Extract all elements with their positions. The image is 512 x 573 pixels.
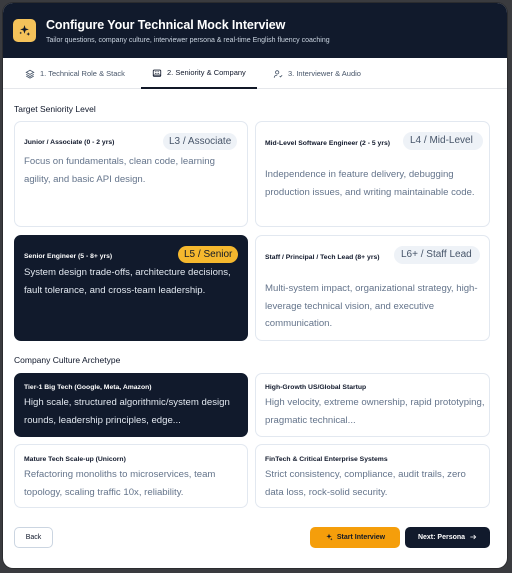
option-description: Independence in feature delivery, debugg… xyxy=(265,169,475,198)
level-badge: L4 / Mid-Level xyxy=(403,132,483,150)
option-description: High scale, structured algorithmic/syste… xyxy=(24,397,230,426)
tab-seniority-company[interactable]: 2. Seniority & Company xyxy=(141,58,257,89)
sparkles-icon xyxy=(13,19,36,42)
modal-title: Configure Your Technical Mock Interview xyxy=(46,18,286,32)
modal-subtitle: Tailor questions, company culture, inter… xyxy=(46,37,330,44)
configure-interview-modal: Configure Your Technical Mock Interview … xyxy=(3,3,507,568)
seniority-option-mid[interactable]: Mid-Level Software Engineer (2 - 5 yrs) … xyxy=(255,121,490,227)
tab-label: 2. Seniority & Company xyxy=(167,68,246,77)
next-persona-label: Next: Persona xyxy=(417,534,466,541)
wizard-tabs: 1. Technical Role & Stack 2. Seniority &… xyxy=(3,58,507,89)
option-description: System design trade-offs, architecture d… xyxy=(24,267,231,296)
user-icon xyxy=(273,69,283,79)
start-interview-label: Start Interview xyxy=(336,534,386,541)
seniority-option-junior[interactable]: Junior / Associate (0 - 2 yrs) L3 / Asso… xyxy=(14,121,248,227)
arrow-right-icon xyxy=(469,533,477,543)
level-badge: L5 / Senior xyxy=(178,246,239,263)
option-description: Focus on fundamentals, clean code, learn… xyxy=(24,156,215,185)
option-description: Refactoring monoliths to microservices, … xyxy=(24,469,216,498)
culture-option-big-tech[interactable]: Tier-1 Big Tech (Google, Meta, Amazon) H… xyxy=(14,373,248,437)
back-button-label: Back xyxy=(25,534,42,541)
tab-technical-role[interactable]: 1. Technical Role & Stack xyxy=(25,58,125,89)
seniority-option-staff[interactable]: Staff / Principal / Tech Lead (8+ yrs) L… xyxy=(255,235,490,341)
culture-option-startup[interactable]: High-Growth US/Global Startup High veloc… xyxy=(255,373,490,437)
level-badge: L6+ / Staff Lead xyxy=(394,246,480,264)
culture-section-label: Company Culture Archetype xyxy=(14,355,121,365)
option-title: Mid-Level Software Engineer (2 - 5 yrs) xyxy=(265,140,391,147)
level-badge: L3 / Associate xyxy=(163,133,238,150)
next-persona-button[interactable]: Next: Persona xyxy=(405,527,490,548)
option-title: High-Growth US/Global Startup xyxy=(265,384,367,391)
tab-label: 3. Interviewer & Audio xyxy=(288,69,361,78)
tab-label: 1. Technical Role & Stack xyxy=(40,69,125,78)
culture-option-fintech[interactable]: FinTech & Critical Enterprise Systems St… xyxy=(255,444,490,508)
layers-icon xyxy=(25,69,35,79)
option-title: Mature Tech Scale-up (Unicorn) xyxy=(24,456,126,463)
building-icon xyxy=(152,68,162,78)
option-title: Junior / Associate (0 - 2 yrs) xyxy=(24,139,115,146)
start-interview-button[interactable]: Start Interview xyxy=(310,527,400,548)
back-button[interactable]: Back xyxy=(14,527,53,548)
option-title: Tier-1 Big Tech (Google, Meta, Amazon) xyxy=(24,384,152,391)
sparkles-icon xyxy=(325,533,333,543)
culture-option-scale-up[interactable]: Mature Tech Scale-up (Unicorn) Refactori… xyxy=(14,444,248,508)
seniority-option-senior[interactable]: Senior Engineer (5 - 8+ yrs) L5 / Senior… xyxy=(14,235,248,341)
option-title: Staff / Principal / Tech Lead (8+ yrs) xyxy=(265,254,380,261)
option-description: High velocity, extreme ownership, rapid … xyxy=(265,397,485,426)
seniority-section-label: Target Seniority Level xyxy=(14,104,96,114)
option-description: Strict consistency, compliance, audit tr… xyxy=(265,469,466,498)
option-title: FinTech & Critical Enterprise Systems xyxy=(265,456,388,463)
option-description: Multi-system impact, organizational stra… xyxy=(265,283,478,329)
tab-interviewer-audio[interactable]: 3. Interviewer & Audio xyxy=(273,58,361,89)
modal-header: Configure Your Technical Mock Interview … xyxy=(3,3,507,58)
option-title: Senior Engineer (5 - 8+ yrs) xyxy=(24,253,113,260)
